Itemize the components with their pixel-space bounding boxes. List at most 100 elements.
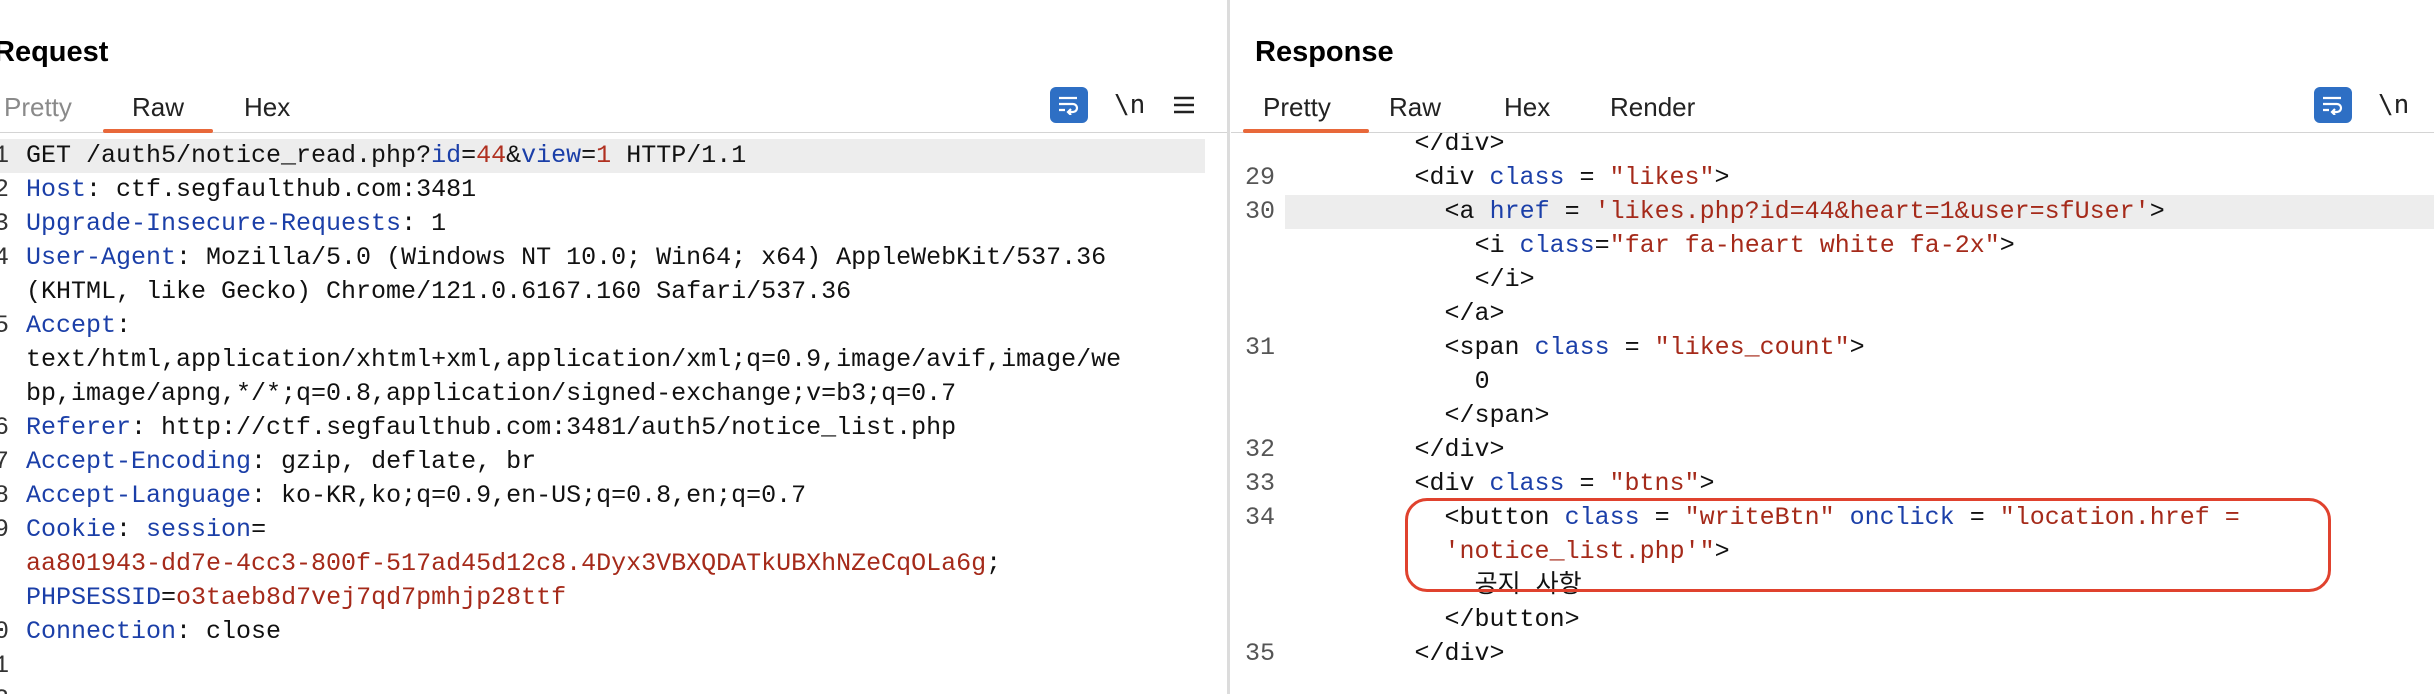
response-tab-hex[interactable]: Hex — [1504, 92, 1550, 123]
text-wrap-icon[interactable] — [2314, 87, 2352, 123]
response-tab-render[interactable]: Render — [1610, 92, 1695, 123]
code-line: 공지 사항 — [1231, 569, 2434, 603]
line-text: </span> — [1445, 399, 1550, 433]
request-tabs: Pretty Raw Hex \n — [0, 87, 1227, 133]
token: href — [1489, 197, 1550, 226]
token: (KHTML, like Gecko) Chrome/121.0.6167.16… — [26, 277, 852, 306]
code-line: 2 Host: ctf.segfaulthub.com:3481 — [0, 173, 1227, 207]
line-number: 0 — [0, 617, 10, 646]
token: </a> — [1444, 299, 1505, 328]
token: <div — [1414, 163, 1490, 192]
token: = — [1564, 469, 1610, 498]
line-text: </div> — [1414, 433, 1504, 467]
token: 'notice_list.php'" — [1444, 537, 1715, 566]
line-text: User-Agent: Mozilla/5.0 (Windows NT 10.0… — [26, 241, 1106, 275]
token: GET /auth5/notice_read.php? — [26, 141, 432, 170]
response-title: Response — [1255, 36, 1394, 68]
token: = — [581, 141, 597, 170]
response-tab-raw[interactable]: Raw — [1389, 92, 1441, 123]
code-line: </span> — [1231, 399, 2434, 433]
text-wrap-icon[interactable] — [1050, 87, 1088, 123]
line-text: (KHTML, like Gecko) Chrome/121.0.6167.16… — [26, 275, 851, 309]
code-line: <i class="far fa-heart white fa-2x"> — [1231, 229, 2434, 263]
request-editor[interactable]: 1 GET /auth5/notice_read.php?id=44&view=1… — [0, 133, 1227, 694]
token: > — [1699, 469, 1715, 498]
token: : ko-KR,ko;q=0.9,en-US;q=0.8,en;q=0.7 — [251, 481, 807, 510]
token: <a — [1444, 197, 1490, 226]
code-line: 4 User-Agent: Mozilla/5.0 (Windows NT 10.… — [0, 241, 1227, 275]
token: Host — [26, 175, 87, 204]
code-line: 1 — [0, 649, 1227, 683]
token: class — [1534, 333, 1610, 362]
code-line: 32 </div> — [1231, 433, 2434, 467]
code-line: 35 </div> — [1231, 637, 2434, 671]
token: aa801943-dd7e-4cc3-800f-517ad45d12c8.4Dy… — [26, 549, 987, 578]
token: <button — [1444, 503, 1565, 532]
token: ; — [986, 549, 1002, 578]
line-text: Accept-Encoding: gzip, deflate, br — [26, 445, 536, 479]
line-number: 1 — [0, 651, 10, 680]
response-tab-pretty[interactable]: Pretty — [1263, 92, 1331, 123]
code-line: 31 <span class = "likes_count"> — [1231, 331, 2434, 365]
code-line: 5 Accept: — [0, 309, 1227, 343]
token: class — [1519, 231, 1595, 260]
line-number: 7 — [0, 447, 10, 476]
code-line: 0 Connection: close — [0, 615, 1227, 649]
line-number: 29 — [1245, 163, 1276, 192]
code-line: PHPSESSID=o3taeb8d7vej7qd7pmhjp28ttf — [0, 581, 1227, 615]
code-line: 1 GET /auth5/notice_read.php?id=44&view=1… — [0, 139, 1205, 173]
line-number: 3 — [0, 209, 10, 238]
line-text: text/html,application/xhtml+xml,applicat… — [26, 343, 1121, 377]
token: = — [251, 515, 267, 544]
token: "btns" — [1609, 469, 1700, 498]
code-line: 30 <a href = 'likes.php?id=44&heart=1&use… — [1245, 195, 2434, 229]
line-text: <span class = "likes_count"> — [1445, 331, 1865, 365]
token: Accept-Encoding — [26, 447, 252, 476]
line-number: 33 — [1245, 469, 1276, 498]
line-number: 35 — [1245, 639, 1276, 668]
line-text: bp,image/apng,*/*;q=0.8,application/sign… — [26, 377, 956, 411]
pane-divider[interactable] — [1227, 0, 1230, 694]
line-text: 'notice_list.php'"> — [1445, 535, 1730, 569]
token: <span — [1444, 333, 1535, 362]
token: : close — [176, 617, 282, 646]
token: > — [2149, 197, 2165, 226]
code-line: 9 Cookie: session= — [0, 513, 1227, 547]
token: "likes" — [1609, 163, 1715, 192]
code-line: </button> — [1231, 603, 2434, 637]
response-editor[interactable]: </div> 29 <div class = "likes"> 30 <a href =… — [1231, 133, 2434, 694]
line-text: <i class="far fa-heart white fa-2x"> — [1475, 229, 2015, 263]
token: = — [1639, 503, 1685, 532]
newline-toggle[interactable]: \n — [1114, 90, 1145, 120]
line-text: <div class = "likes"> — [1414, 161, 1729, 195]
code-line: (KHTML, like Gecko) Chrome/121.0.6167.16… — [0, 275, 1227, 309]
line-number: 2 — [0, 683, 9, 694]
line-text: PHPSESSID=o3taeb8d7vej7qd7pmhjp28ttf — [26, 581, 566, 615]
line-number: 32 — [1245, 435, 1276, 464]
response-tabs: Pretty Raw Hex Render \n — [1231, 87, 2434, 133]
request-tab-hex[interactable]: Hex — [244, 92, 290, 123]
token: : http://ctf.segfaulthub.com:3481/auth5/… — [131, 413, 957, 442]
token: User-Agent — [26, 243, 177, 272]
line-number: 30 — [1245, 197, 1276, 226]
request-tab-raw[interactable]: Raw — [132, 92, 184, 123]
token: 공지 사항 — [1474, 571, 1582, 600]
line-number: 31 — [1245, 333, 1276, 362]
token: </div> — [1414, 435, 1505, 464]
token: : 1 — [401, 209, 447, 238]
code-line: </i> — [1231, 263, 2434, 297]
line-number: 1 — [0, 141, 10, 170]
token: bp,image/apng,*/*;q=0.8,application/sign… — [26, 379, 957, 408]
hamburger-menu-icon[interactable] — [1173, 94, 1195, 121]
newline-toggle[interactable]: \n — [2378, 90, 2409, 120]
token: > — [1714, 163, 1730, 192]
code-line: 2 — [0, 683, 1227, 694]
request-tab-pretty[interactable]: Pretty — [4, 92, 72, 123]
token: class — [1489, 469, 1565, 498]
token: class — [1489, 163, 1565, 192]
token: view — [521, 141, 582, 170]
token: PHPSESSID — [26, 583, 162, 612]
response-pane: Response Pretty Raw Hex Render \n </div>… — [1231, 0, 2434, 694]
token: 'likes.php?id=44&heart=1&user=sfUser' — [1594, 197, 2150, 226]
